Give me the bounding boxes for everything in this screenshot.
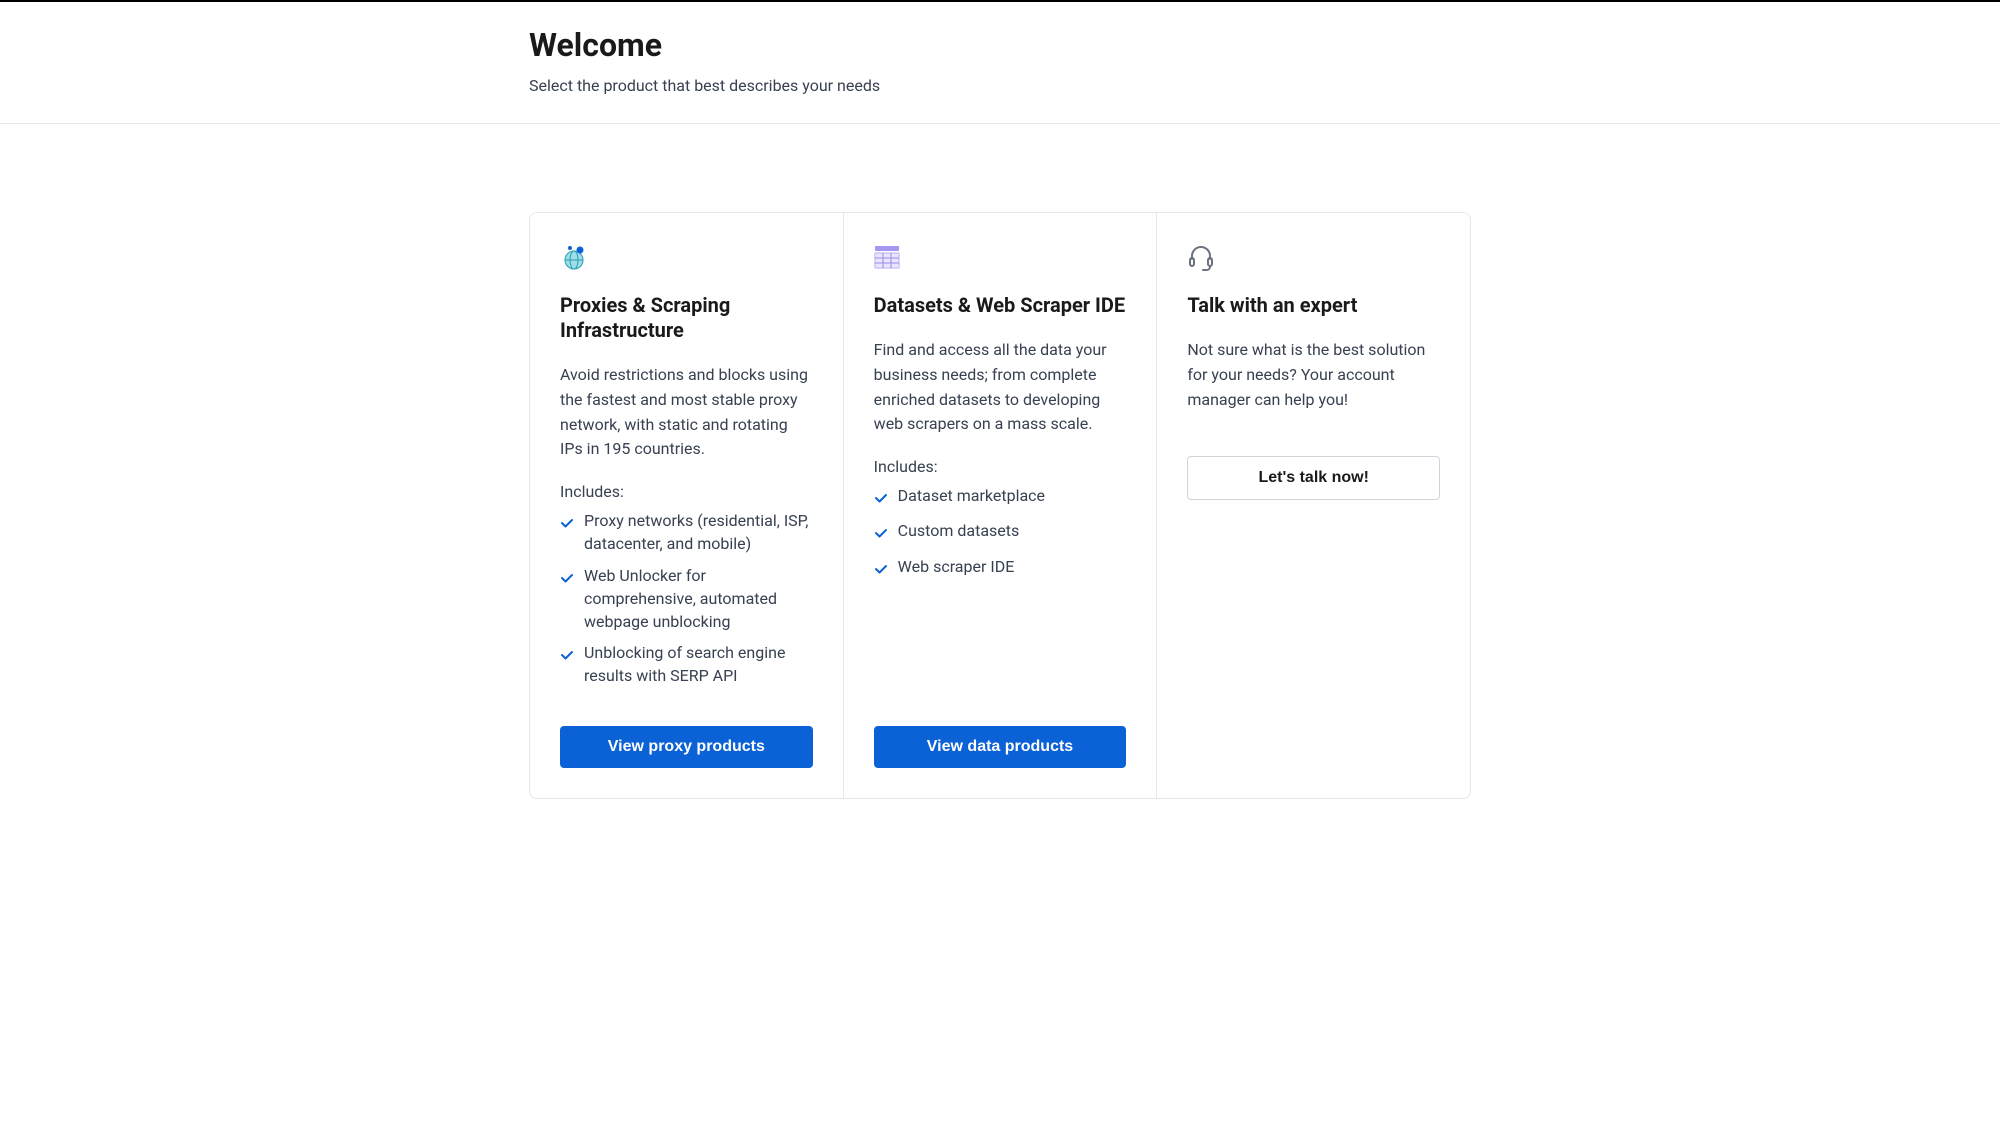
header-section: Welcome Select the product that best des… [0,2,2000,124]
page-subtitle: Select the product that best describes y… [529,76,1471,95]
proxies-includes-label: Includes: [560,482,813,501]
check-icon [874,523,888,546]
list-item-text: Unblocking of search engine results with… [584,641,813,687]
check-icon [560,645,574,668]
list-item-text: Web Unlocker for comprehensive, automate… [584,564,813,634]
proxies-card-description: Avoid restrictions and blocks using the … [560,363,813,462]
check-icon [560,568,574,591]
list-item: Proxy networks (residential, ISP, datace… [560,509,813,555]
list-item-text: Web scraper IDE [898,555,1015,578]
proxies-includes-list: Proxy networks (residential, ISP, datace… [560,509,813,695]
page-title: Welcome [529,26,1471,64]
list-item-text: Proxy networks (residential, ISP, datace… [584,509,813,555]
list-item-text: Custom datasets [898,519,1020,542]
cards-section: Proxies & Scraping Infrastructure Avoid … [0,212,2000,799]
headset-icon [1187,243,1440,271]
check-icon [874,559,888,582]
datasets-includes-label: Includes: [874,457,1127,476]
view-data-products-button[interactable]: View data products [874,726,1127,768]
check-icon [560,513,574,536]
cards-container: Proxies & Scraping Infrastructure Avoid … [529,212,1471,799]
proxies-card-title: Proxies & Scraping Infrastructure [560,293,813,343]
list-item: Unblocking of search engine results with… [560,641,813,687]
list-item: Web Unlocker for comprehensive, automate… [560,564,813,634]
list-item: Web scraper IDE [874,555,1127,582]
proxies-card: Proxies & Scraping Infrastructure Avoid … [530,213,844,798]
globe-network-icon [560,243,813,271]
list-item: Custom datasets [874,519,1127,546]
expert-card-description: Not sure what is the best solution for y… [1187,338,1440,412]
check-icon [874,488,888,511]
datasets-card-description: Find and access all the data your busine… [874,338,1127,437]
expert-card-title: Talk with an expert [1187,293,1440,318]
data-grid-icon [874,243,1127,271]
list-item-text: Dataset marketplace [898,484,1045,507]
list-item: Dataset marketplace [874,484,1127,511]
datasets-includes-list: Dataset marketplace Custom datasets Web … [874,484,1127,590]
expert-card: Talk with an expert Not sure what is the… [1157,213,1470,798]
view-proxy-products-button[interactable]: View proxy products [560,726,813,768]
datasets-card: Datasets & Web Scraper IDE Find and acce… [844,213,1158,798]
lets-talk-button[interactable]: Let's talk now! [1187,456,1440,500]
datasets-card-title: Datasets & Web Scraper IDE [874,293,1127,318]
